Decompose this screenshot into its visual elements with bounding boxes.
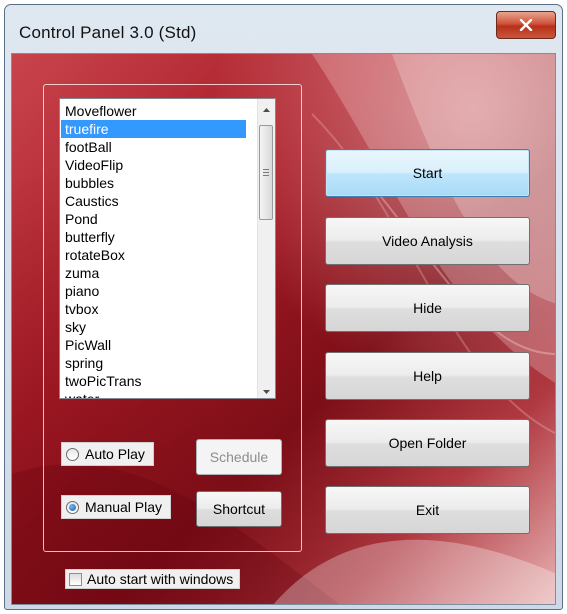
effects-list: Moveflower truefire footBall VideoFlip b… bbox=[61, 102, 246, 398]
shortcut-button[interactable]: Shortcut bbox=[196, 491, 282, 527]
auto-play-label: Auto Play bbox=[85, 446, 145, 462]
list-item[interactable]: Moveflower bbox=[61, 102, 246, 120]
open-folder-button[interactable]: Open Folder bbox=[325, 419, 530, 467]
help-button[interactable]: Help bbox=[325, 352, 530, 400]
list-item[interactable]: footBall bbox=[61, 138, 246, 156]
list-item[interactable]: PicWall bbox=[61, 336, 246, 354]
scroll-down-button[interactable] bbox=[258, 381, 275, 398]
hide-button[interactable]: Hide bbox=[325, 284, 530, 332]
video-analysis-button[interactable]: Video Analysis bbox=[325, 217, 530, 265]
list-item[interactable]: tvbox bbox=[61, 300, 246, 318]
checkbox-icon bbox=[69, 572, 82, 586]
auto-start-label: Auto start with windows bbox=[87, 571, 234, 587]
list-item[interactable]: VideoFlip bbox=[61, 156, 246, 174]
list-item[interactable]: piano bbox=[61, 282, 246, 300]
client-area: Moveflower truefire footBall VideoFlip b… bbox=[11, 53, 556, 605]
scroll-up-button[interactable] bbox=[258, 99, 275, 116]
list-item[interactable]: twoPicTrans bbox=[61, 372, 246, 390]
list-item[interactable]: zuma bbox=[61, 264, 246, 282]
scroll-up-icon bbox=[263, 99, 270, 117]
auto-play-radio[interactable]: Auto Play bbox=[61, 442, 154, 466]
list-item-selected[interactable]: truefire bbox=[61, 120, 246, 138]
list-item[interactable]: Caustics bbox=[61, 192, 246, 210]
control-panel-window: Control Panel 3.0 (Std) Moveflower truef… bbox=[4, 4, 563, 610]
manual-play-radio[interactable]: Manual Play bbox=[61, 495, 172, 519]
close-button[interactable] bbox=[496, 11, 556, 39]
radio-checked-icon bbox=[66, 500, 79, 514]
effects-listbox[interactable]: Moveflower truefire footBall VideoFlip b… bbox=[59, 98, 276, 399]
list-scrollbar[interactable] bbox=[257, 99, 275, 398]
auto-start-checkbox[interactable]: Auto start with windows bbox=[65, 569, 241, 589]
list-item[interactable]: bubbles bbox=[61, 174, 246, 192]
radio-icon bbox=[66, 447, 79, 461]
start-button[interactable]: Start bbox=[325, 149, 530, 197]
title-bar[interactable]: Control Panel 3.0 (Std) bbox=[5, 5, 562, 53]
schedule-button[interactable]: Schedule bbox=[196, 439, 282, 475]
list-item[interactable]: spring bbox=[61, 354, 246, 372]
exit-button[interactable]: Exit bbox=[325, 486, 530, 534]
scroll-thumb[interactable] bbox=[259, 125, 273, 220]
grip-icon bbox=[263, 167, 269, 178]
list-item[interactable]: water bbox=[61, 390, 246, 398]
list-item[interactable]: rotateBox bbox=[61, 246, 246, 264]
list-item[interactable]: sky bbox=[61, 318, 246, 336]
scroll-down-icon bbox=[263, 381, 270, 399]
close-icon bbox=[519, 19, 533, 31]
manual-play-label: Manual Play bbox=[85, 499, 163, 515]
list-item[interactable]: Pond bbox=[61, 210, 246, 228]
list-item[interactable]: butterfly bbox=[61, 228, 246, 246]
window-title: Control Panel 3.0 (Std) bbox=[19, 23, 197, 42]
